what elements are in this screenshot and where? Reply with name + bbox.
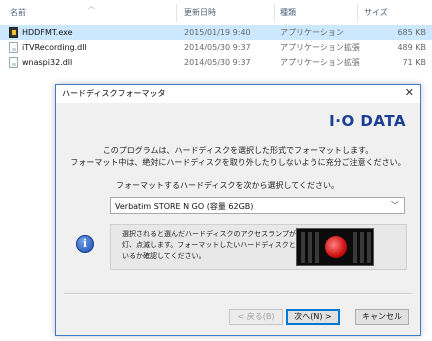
back-button[interactable]: < 戻る(B) bbox=[229, 309, 283, 325]
drive-vent bbox=[367, 232, 371, 263]
info-text-line1: 選択されると選んだハードディスクのアクセスランプが点 bbox=[122, 230, 303, 238]
dll-file-icon bbox=[9, 42, 18, 53]
file-type: アプリケーション拡張 bbox=[280, 43, 360, 52]
file-date: 2014/05/30 9:37 bbox=[184, 43, 251, 52]
file-row[interactable]: iTVRecording.dll 2014/05/30 9:37 アプリケーショ… bbox=[0, 40, 432, 55]
dialog-title: ハードディスクフォーマッタ bbox=[62, 89, 166, 98]
hard-drive-image bbox=[296, 228, 374, 266]
file-name: wnaspi32.dll bbox=[22, 58, 73, 67]
file-name: HDDFMT.exe bbox=[22, 28, 73, 37]
info-icon: i bbox=[76, 235, 94, 253]
drive-vent bbox=[360, 232, 364, 263]
file-size: 685 KB bbox=[397, 28, 426, 37]
cancel-button[interactable]: キャンセル bbox=[355, 309, 409, 325]
file-name: iTVRecording.dll bbox=[22, 43, 87, 52]
file-type: アプリケーション拡張 bbox=[280, 58, 360, 67]
column-separator[interactable] bbox=[357, 4, 358, 22]
column-header-type[interactable]: 種類 bbox=[280, 6, 296, 20]
column-separator[interactable] bbox=[274, 4, 275, 22]
selected-disk-value: Verbatim STORE N GO (容量 62GB) bbox=[115, 202, 254, 211]
chevron-down-icon[interactable]: ﹀ bbox=[391, 200, 399, 211]
sort-arrow-icon[interactable]: ︿ bbox=[88, 1, 95, 11]
select-disk-label: フォーマットするハードディスクを次から選択してください。 bbox=[116, 181, 339, 190]
file-row[interactable]: wnaspi32.dll 2014/05/30 9:37 アプリケーション拡張 … bbox=[0, 55, 432, 70]
drive-vent bbox=[353, 232, 357, 263]
close-icon[interactable]: ✕ bbox=[405, 86, 414, 99]
info-text-line3: いるか確認してください。 bbox=[122, 252, 206, 260]
intro-text-line2: フォーマット中は、絶対にハードディスクを取り外したりしないように充分ご注意くださ… bbox=[70, 158, 406, 167]
formatter-dialog: ハードディスクフォーマッタ ✕ I·O DATA このプログラムは、ハードディス… bbox=[55, 84, 421, 336]
drive-vent bbox=[301, 232, 305, 263]
file-size: 71 KB bbox=[402, 58, 426, 67]
brand-logo: I·O DATA bbox=[329, 112, 406, 130]
file-date: 2014/05/30 9:37 bbox=[184, 58, 251, 67]
column-header-date[interactable]: 更新日時 bbox=[184, 6, 216, 20]
dialog-titlebar[interactable]: ハードディスクフォーマッタ ✕ bbox=[56, 85, 420, 103]
file-size: 489 KB bbox=[397, 43, 426, 52]
dialog-divider bbox=[64, 293, 412, 295]
column-header-name[interactable]: 名前 bbox=[10, 6, 26, 20]
info-text-line2: 灯、点滅します。フォーマットしたいハードディスクと合って bbox=[122, 241, 317, 249]
next-button[interactable]: 次へ(N) > bbox=[286, 309, 340, 325]
intro-text-line1: このプログラムは、ハードディスクを選択した形式でフォーマットします。 bbox=[102, 146, 374, 155]
column-separator[interactable] bbox=[176, 4, 177, 22]
file-type: アプリケーション bbox=[280, 28, 344, 37]
column-header-size[interactable]: サイズ bbox=[364, 6, 388, 20]
drive-vent bbox=[308, 232, 312, 263]
exe-file-icon bbox=[9, 27, 18, 38]
dll-file-icon bbox=[9, 57, 18, 68]
disk-select-dropdown[interactable]: Verbatim STORE N GO (容量 62GB) ﹀ bbox=[110, 197, 405, 214]
file-date: 2015/01/19 9:40 bbox=[184, 28, 251, 37]
file-explorer-list: ︿ 名前 更新日時 種類 サイズ HDDFMT.exe 2015/01/19 9… bbox=[0, 0, 432, 82]
file-row[interactable]: HDDFMT.exe 2015/01/19 9:40 アプリケーション 685 … bbox=[0, 25, 432, 40]
drive-vent bbox=[315, 232, 319, 263]
access-lamp-icon bbox=[325, 236, 347, 258]
